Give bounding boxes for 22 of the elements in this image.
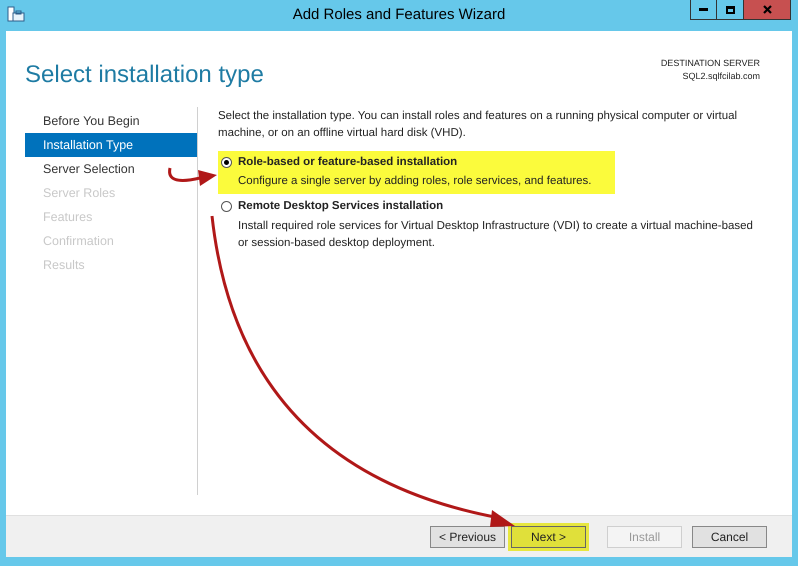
radio-button[interactable] xyxy=(221,157,232,168)
wizard-step[interactable]: Installation Type xyxy=(25,133,197,157)
destination-label: DESTINATION SERVER xyxy=(660,57,760,70)
page-title: Select installation type xyxy=(25,60,264,90)
wizard-step[interactable]: Server Selection xyxy=(25,157,197,181)
annotation-arrow xyxy=(168,168,217,186)
minimize-button[interactable] xyxy=(690,0,717,20)
server-manager-icon xyxy=(7,6,25,23)
option-description: Configure a single server by adding roles, role services, and features. xyxy=(237,174,592,190)
option-title: Remote Desktop Services installation xyxy=(238,199,444,214)
wizard-button[interactable]: Next > xyxy=(511,526,586,548)
wizard-button[interactable]: < Previous xyxy=(430,526,505,548)
destination-server: SQL2.sqlfcilab.com xyxy=(682,70,760,83)
window-title: Add Roles and Features Wizard xyxy=(292,5,506,26)
option-description: Install required role services for Virtual Desktop Infrastructure (VDI) to create a virtual machine-based or session-based desktop deployment. xyxy=(237,218,754,250)
wizard-step[interactable]: Before You Begin xyxy=(25,109,197,133)
radio-button[interactable] xyxy=(221,201,232,212)
wizard-button[interactable]: Cancel xyxy=(692,526,767,548)
option-title: Role-based or feature-based installation xyxy=(238,155,458,170)
close-button[interactable] xyxy=(744,0,791,20)
close-icon xyxy=(762,5,772,14)
instructions-text: Select the installation type. You can install roles and features on a running physical computer or virtual machine, or on an offline virtual hard disk (VHD). xyxy=(218,109,738,141)
